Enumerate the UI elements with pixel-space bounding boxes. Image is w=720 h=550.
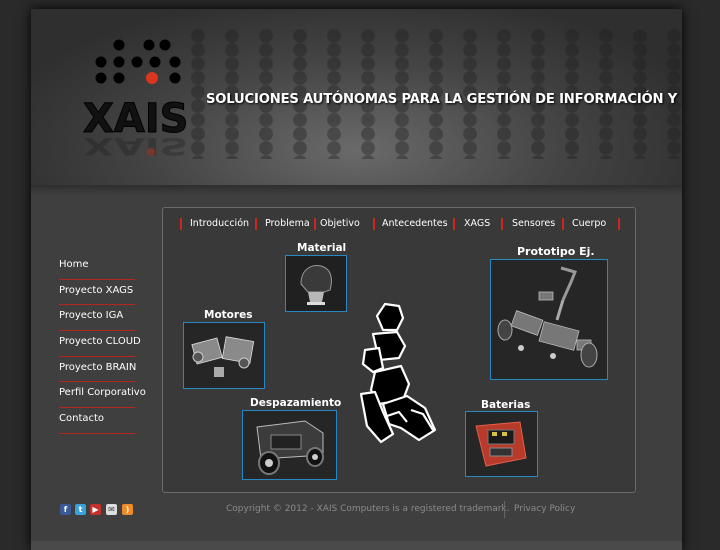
tab-bar: Introducción Problema Objetivo Anteceden… xyxy=(180,216,622,232)
sidebar-item-proyecto-cloud[interactable]: Proyecto CLOUD xyxy=(59,331,141,357)
head-image xyxy=(286,256,346,311)
tab-antecedentes[interactable]: Antecedentes xyxy=(382,216,448,232)
tab-sensores[interactable]: Sensores xyxy=(512,216,555,232)
header-separator xyxy=(31,185,682,195)
desplazamiento-thumbnail[interactable] xyxy=(242,410,337,480)
tab-cuerpo[interactable]: Cuerpo xyxy=(572,216,606,232)
motors-image xyxy=(184,323,264,388)
rss-icon[interactable]: ) xyxy=(122,504,133,515)
content-panel: Introducción Problema Objetivo Anteceden… xyxy=(162,207,636,493)
tab-divider xyxy=(562,218,564,230)
email-icon[interactable]: ✉ xyxy=(106,504,117,515)
tab-divider xyxy=(453,218,455,230)
tab-divider xyxy=(501,218,503,230)
tab-introduccion[interactable]: Introducción xyxy=(190,216,249,232)
tab-divider xyxy=(373,218,375,230)
privacy-policy-link[interactable]: Privacy Policy xyxy=(514,504,575,514)
youtube-icon[interactable]: ▶ xyxy=(90,504,101,515)
sidebar-nav: Home Proyecto XAGS Proyecto IGA Proyecto… xyxy=(59,254,146,434)
social-icons: f t ▶ ✉ ) xyxy=(60,504,140,518)
sidebar-item-proyecto-brain[interactable]: Proyecto BRAIN xyxy=(59,357,136,383)
twitter-icon[interactable]: t xyxy=(75,504,86,515)
tab-problema[interactable]: Problema xyxy=(265,216,310,232)
tab-xags[interactable]: XAGS xyxy=(464,216,490,232)
caption-baterias: Baterias xyxy=(481,399,531,411)
xais-logo[interactable]: XAIS XAIS xyxy=(81,34,201,164)
sidebar-item-contacto[interactable]: Contacto xyxy=(59,408,135,434)
sidebar-item-perfil-corporativo[interactable]: Perfil Corporativo xyxy=(59,382,146,409)
tab-divider xyxy=(180,218,182,230)
motores-thumbnail[interactable] xyxy=(183,322,265,389)
robot-body-illustration xyxy=(359,302,437,444)
prototype-exploded-image xyxy=(491,260,607,379)
tab-divider xyxy=(314,218,316,230)
baterias-thumbnail[interactable] xyxy=(465,411,538,477)
prototipo-thumbnail[interactable] xyxy=(490,259,608,380)
sidebar-item-home[interactable]: Home xyxy=(59,254,135,280)
tab-divider xyxy=(255,218,257,230)
footer-divider xyxy=(504,501,505,518)
drive-base-image xyxy=(243,411,336,479)
sidebar-item-proyecto-iga[interactable]: Proyecto IGA xyxy=(59,305,135,332)
tab-divider xyxy=(618,218,620,230)
bottom-strip xyxy=(31,541,682,550)
caption-desplazamiento: Despazamiento xyxy=(250,397,342,409)
battery-image xyxy=(466,412,537,476)
caption-material: Material xyxy=(297,242,347,254)
sidebar-item-proyecto-xags[interactable]: Proyecto XAGS xyxy=(59,280,135,306)
svg-text:XAIS: XAIS xyxy=(83,132,188,160)
caption-motores: Motores xyxy=(204,309,253,321)
tab-objetivo[interactable]: Objetivo xyxy=(320,216,360,232)
header-banner: XAIS XAIS SOLUCIONES AUTÓNOMAS PARA LA G… xyxy=(31,9,682,185)
caption-prototipo: Prototipo Ej. xyxy=(517,245,595,258)
material-thumbnail[interactable] xyxy=(285,255,347,312)
copyright-text: Copyright © 2012 - XAIS Computers is a r… xyxy=(226,504,510,514)
page-container: XAIS XAIS SOLUCIONES AUTÓNOMAS PARA LA G… xyxy=(31,9,682,550)
facebook-icon[interactable]: f xyxy=(60,504,71,515)
header-tagline: SOLUCIONES AUTÓNOMAS PARA LA GESTIÓN DE … xyxy=(206,92,682,107)
